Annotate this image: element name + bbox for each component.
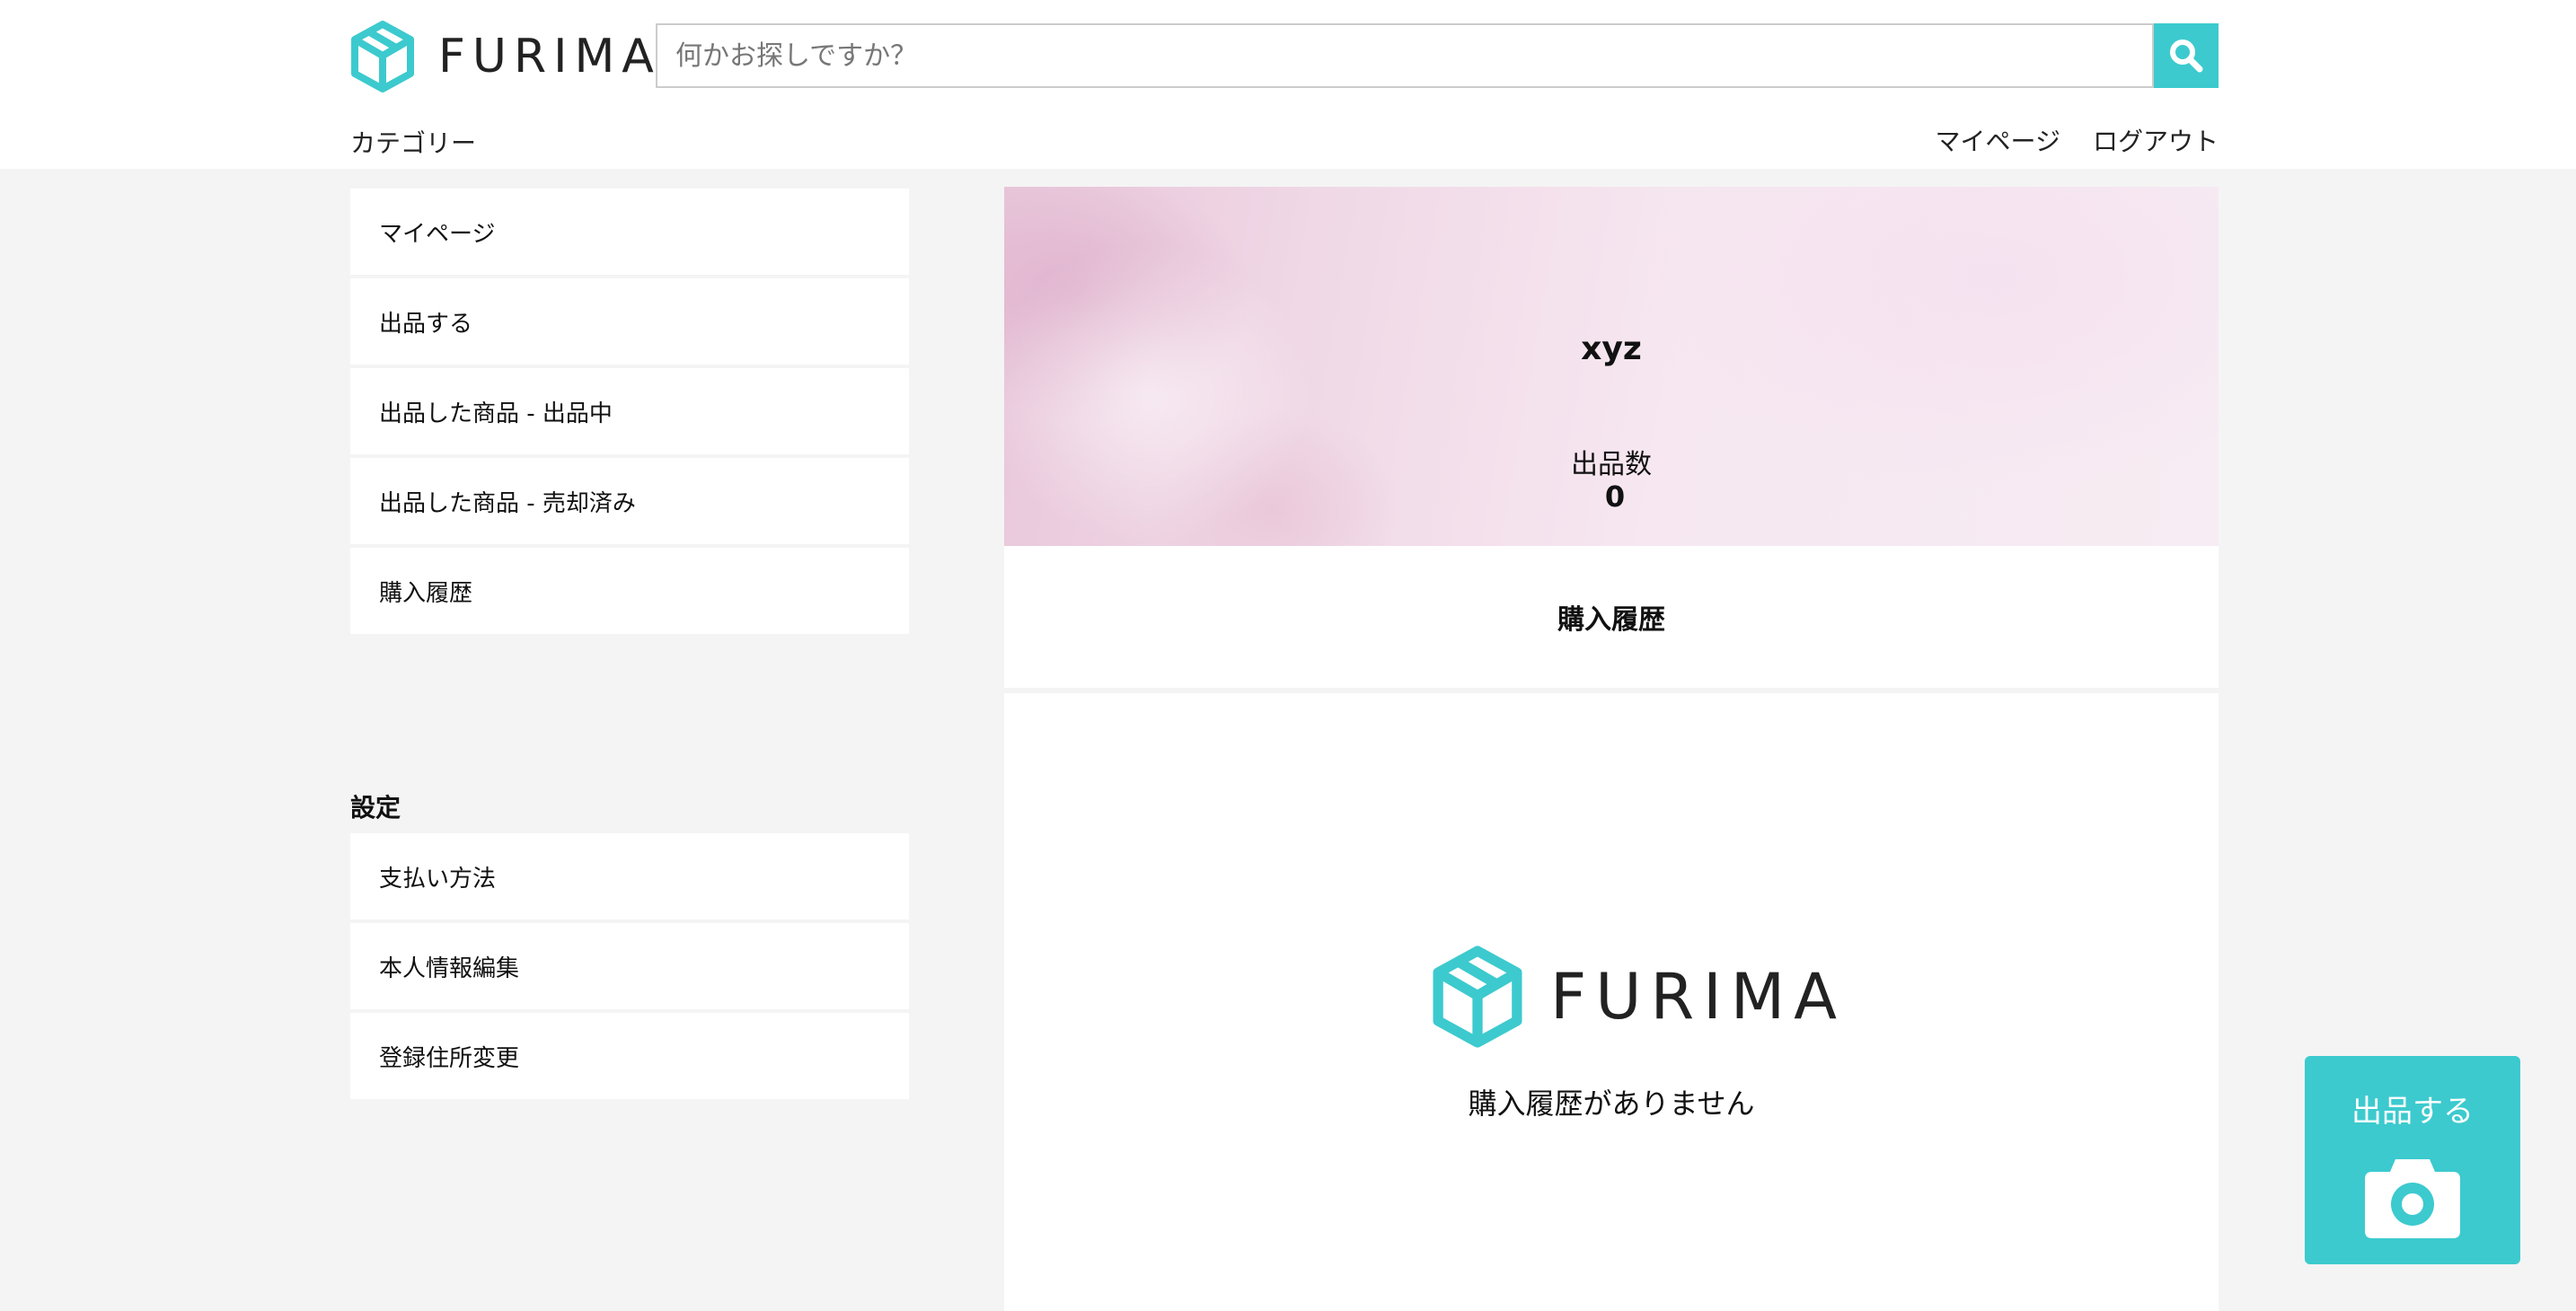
header: FURIMA カテゴリー マイページ ログアウト: [0, 0, 2576, 169]
box-logo-icon: [351, 21, 414, 92]
header-user-nav: マイページ ログアウト: [1936, 122, 2219, 158]
logout-link[interactable]: ログアウト: [2093, 122, 2219, 158]
empty-message: 購入履歴がありません: [1468, 1087, 1755, 1121]
logo-text: FURIMA: [438, 30, 661, 84]
sidebar-item-payment[interactable]: 支払い方法: [350, 833, 909, 919]
category-link[interactable]: カテゴリー: [350, 124, 476, 160]
sell-button-label: 出品する: [2351, 1094, 2474, 1130]
camera-icon: [2365, 1159, 2460, 1238]
sidebar-menu: マイページ 出品する 出品した商品 - 出品中 出品した商品 - 売却済み 購入…: [350, 189, 909, 638]
sidebar-item-listed-active[interactable]: 出品した商品 - 出品中: [350, 368, 909, 454]
box-logo-icon: [1433, 946, 1522, 1048]
profile-banner: xyz 出品数 0: [1004, 187, 2219, 546]
username: xyz: [1581, 330, 1642, 367]
settings-heading: 設定: [350, 793, 401, 823]
search-input[interactable]: [656, 23, 2154, 88]
sidebar-item-purchase-history[interactable]: 購入履歴: [350, 548, 909, 634]
empty-state-logo: FURIMA: [1432, 945, 1846, 1049]
sidebar-item-address-change[interactable]: 登録住所変更: [350, 1013, 909, 1099]
site-logo[interactable]: FURIMA: [350, 18, 661, 95]
empty-logo-text: FURIMA: [1550, 960, 1847, 1034]
sell-floating-button[interactable]: 出品する: [2305, 1056, 2520, 1264]
listing-count: 0: [1604, 480, 1626, 514]
section-title: 購入履歴: [1004, 546, 2219, 688]
sidebar-item-mypage[interactable]: マイページ: [350, 189, 909, 275]
search-icon: [2170, 40, 2203, 73]
empty-state: FURIMA 購入履歴がありません: [1004, 693, 2219, 1311]
settings-menu: 支払い方法 本人情報編集 登録住所変更: [350, 833, 909, 1103]
listing-count-label: 出品数: [1571, 449, 1652, 480]
sidebar-item-sell[interactable]: 出品する: [350, 278, 909, 365]
sidebar-item-listed-sold[interactable]: 出品した商品 - 売却済み: [350, 458, 909, 544]
mypage-link[interactable]: マイページ: [1936, 122, 2060, 158]
sidebar-item-profile-edit[interactable]: 本人情報編集: [350, 923, 909, 1009]
search-button[interactable]: [2154, 23, 2219, 88]
